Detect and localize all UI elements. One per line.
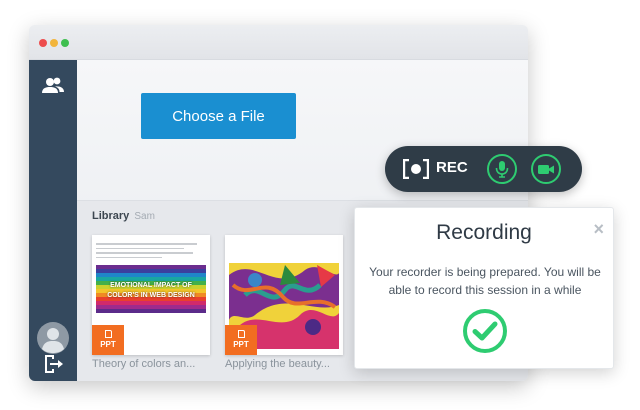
check-circle-icon [463, 309, 507, 353]
stage: Choose a File Library Sam EMOTIONAL IMPA… [0, 0, 640, 410]
microphone-icon [495, 161, 509, 178]
library-header: Library Sam [92, 210, 155, 222]
camera-button[interactable] [531, 154, 561, 184]
record-frame-icon[interactable] [403, 159, 429, 179]
users-icon[interactable] [29, 76, 77, 96]
recorder-toolbar: REC [385, 146, 582, 192]
dialog-title: Recording [436, 221, 532, 244]
ppt-badge: PPT [225, 325, 257, 355]
video-camera-icon [538, 165, 554, 174]
file-icon [238, 330, 245, 338]
slide-text-lines [96, 243, 206, 261]
library-item-title[interactable]: Applying the beauty... [225, 358, 343, 370]
ppt-badge: PPT [92, 325, 124, 355]
avatar-icon[interactable] [29, 322, 77, 354]
title-bar [29, 25, 528, 60]
sidebar [29, 60, 77, 381]
close-icon[interactable]: × [593, 220, 604, 238]
choose-file-button[interactable]: Choose a File [141, 93, 296, 139]
library-item[interactable]: PPT Applying the beauty... [225, 235, 343, 370]
dialog-message: Your recorder is being prepared. You wil… [369, 265, 601, 297]
slide-headline: EMOTIONAL IMPACT OF COLOR'S IN WEB DESIG… [107, 282, 195, 299]
recording-dialog: Recording × Your recorder is being prepa… [354, 207, 614, 369]
library-title: Library [92, 210, 130, 222]
rec-label[interactable]: REC [436, 159, 468, 176]
maximize-window-dot[interactable] [61, 39, 69, 47]
slide-thumbnail[interactable]: PPT [225, 235, 343, 355]
logout-icon[interactable] [29, 353, 77, 375]
library-owner: Sam [134, 211, 155, 222]
slide-thumbnail[interactable]: EMOTIONAL IMPACT OF COLOR'S IN WEB DESIG… [92, 235, 210, 355]
library-item-title[interactable]: Theory of colors an... [92, 358, 210, 370]
file-icon [105, 330, 112, 338]
close-window-dot[interactable] [39, 39, 47, 47]
minimize-window-dot[interactable] [50, 39, 58, 47]
library-item[interactable]: EMOTIONAL IMPACT OF COLOR'S IN WEB DESIG… [92, 235, 210, 370]
microphone-button[interactable] [487, 154, 517, 184]
